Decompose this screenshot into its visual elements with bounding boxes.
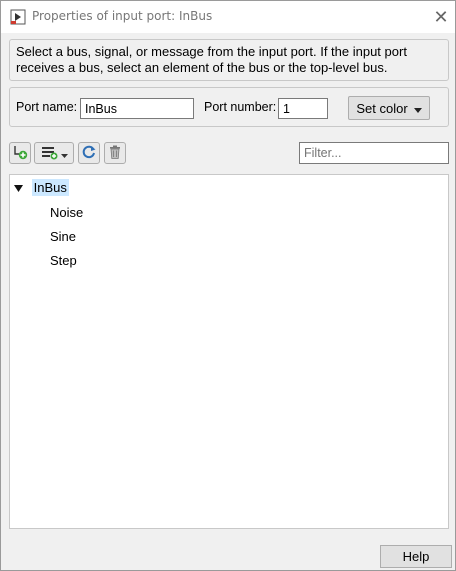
set-color-button[interactable]: Set color: [348, 96, 430, 120]
port-panel: Port name: Port number: Set color: [9, 87, 449, 127]
tree-item-label: InBus: [31, 179, 69, 196]
delete-button[interactable]: [104, 142, 126, 164]
title-bar: Properties of input port: InBus ✕: [1, 1, 455, 33]
properties-dialog: Properties of input port: InBus ✕ Select…: [0, 0, 456, 571]
port-number-field[interactable]: [278, 98, 328, 119]
window-title: Properties of input port: InBus: [32, 9, 213, 23]
port-name-label: Port name:: [16, 100, 78, 114]
tree-item-sine[interactable]: Sine: [50, 229, 76, 244]
refresh-button[interactable]: [78, 142, 100, 164]
expand-arrow-icon[interactable]: [14, 180, 28, 195]
add-child-icon: [12, 144, 28, 163]
signal-tree: InBus Noise Sine Step: [9, 174, 449, 529]
description-box: Select a bus, signal, or message from th…: [9, 39, 449, 81]
refresh-icon: [81, 144, 97, 163]
filter-input[interactable]: [299, 142, 449, 164]
add-list-icon: [41, 144, 59, 163]
port-name-field[interactable]: [80, 98, 194, 119]
dropdown-arrow-icon: [413, 101, 422, 116]
add-subelement-button[interactable]: [9, 142, 31, 164]
simulink-port-icon: [10, 9, 26, 25]
trash-icon: [107, 144, 123, 163]
tree-item-root[interactable]: InBus: [14, 179, 69, 196]
tree-item-step[interactable]: Step: [50, 253, 77, 268]
set-color-label: Set color: [356, 100, 408, 116]
tree-item-noise[interactable]: Noise: [50, 205, 83, 220]
help-button[interactable]: Help: [380, 545, 452, 568]
close-button[interactable]: ✕: [429, 5, 453, 29]
add-element-button[interactable]: [34, 142, 74, 164]
chevron-down-icon: [60, 146, 68, 161]
port-number-label: Port number:: [204, 100, 277, 114]
